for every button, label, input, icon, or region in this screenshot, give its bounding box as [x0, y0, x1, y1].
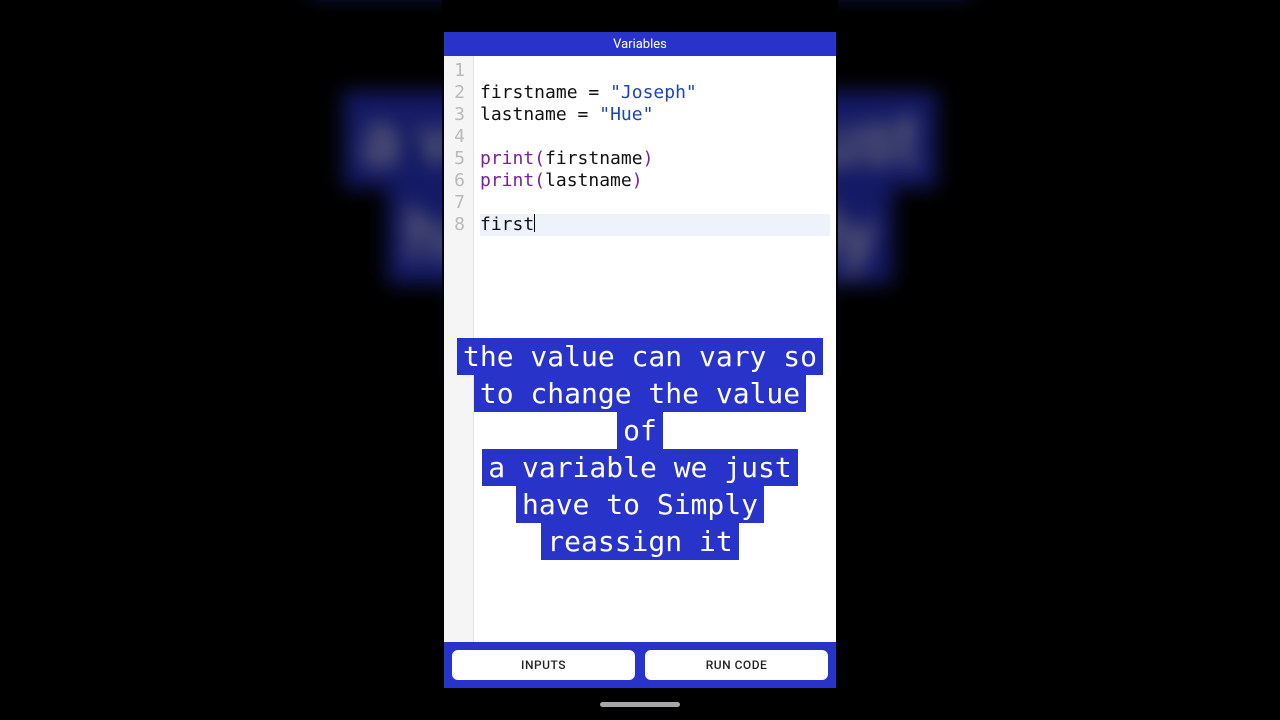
run-code-button[interactable]: RUN CODE [645, 650, 828, 680]
code-line[interactable]: first [480, 214, 830, 236]
code-line[interactable]: print(lastname) [480, 170, 830, 192]
code-line[interactable] [480, 126, 830, 148]
code-line[interactable]: print(firstname) [480, 148, 830, 170]
code-line[interactable] [480, 192, 830, 214]
code-line[interactable] [480, 60, 830, 82]
text-cursor [534, 214, 535, 232]
code-line[interactable]: firstname = "Joseph" [480, 82, 830, 104]
code-line[interactable]: lastname = "Hue" [480, 104, 830, 126]
bottom-bar: INPUTS RUN CODE [444, 642, 836, 688]
nav-home-pill[interactable] [600, 702, 680, 707]
phone-frame: Variables 1 2 3 4 5 6 7 8 firstname = "J… [444, 0, 836, 720]
line-number-gutter: 1 2 3 4 5 6 7 8 [444, 56, 474, 642]
code-editor[interactable]: 1 2 3 4 5 6 7 8 firstname = "Joseph"last… [444, 56, 836, 642]
code-body[interactable]: firstname = "Joseph"lastname = "Hue" prin… [474, 56, 836, 642]
inputs-button[interactable]: INPUTS [452, 650, 635, 680]
page-title: Variables [613, 37, 667, 52]
android-nav-bar [444, 688, 836, 720]
status-bar [444, 0, 836, 32]
app-bar: Variables [444, 32, 836, 56]
